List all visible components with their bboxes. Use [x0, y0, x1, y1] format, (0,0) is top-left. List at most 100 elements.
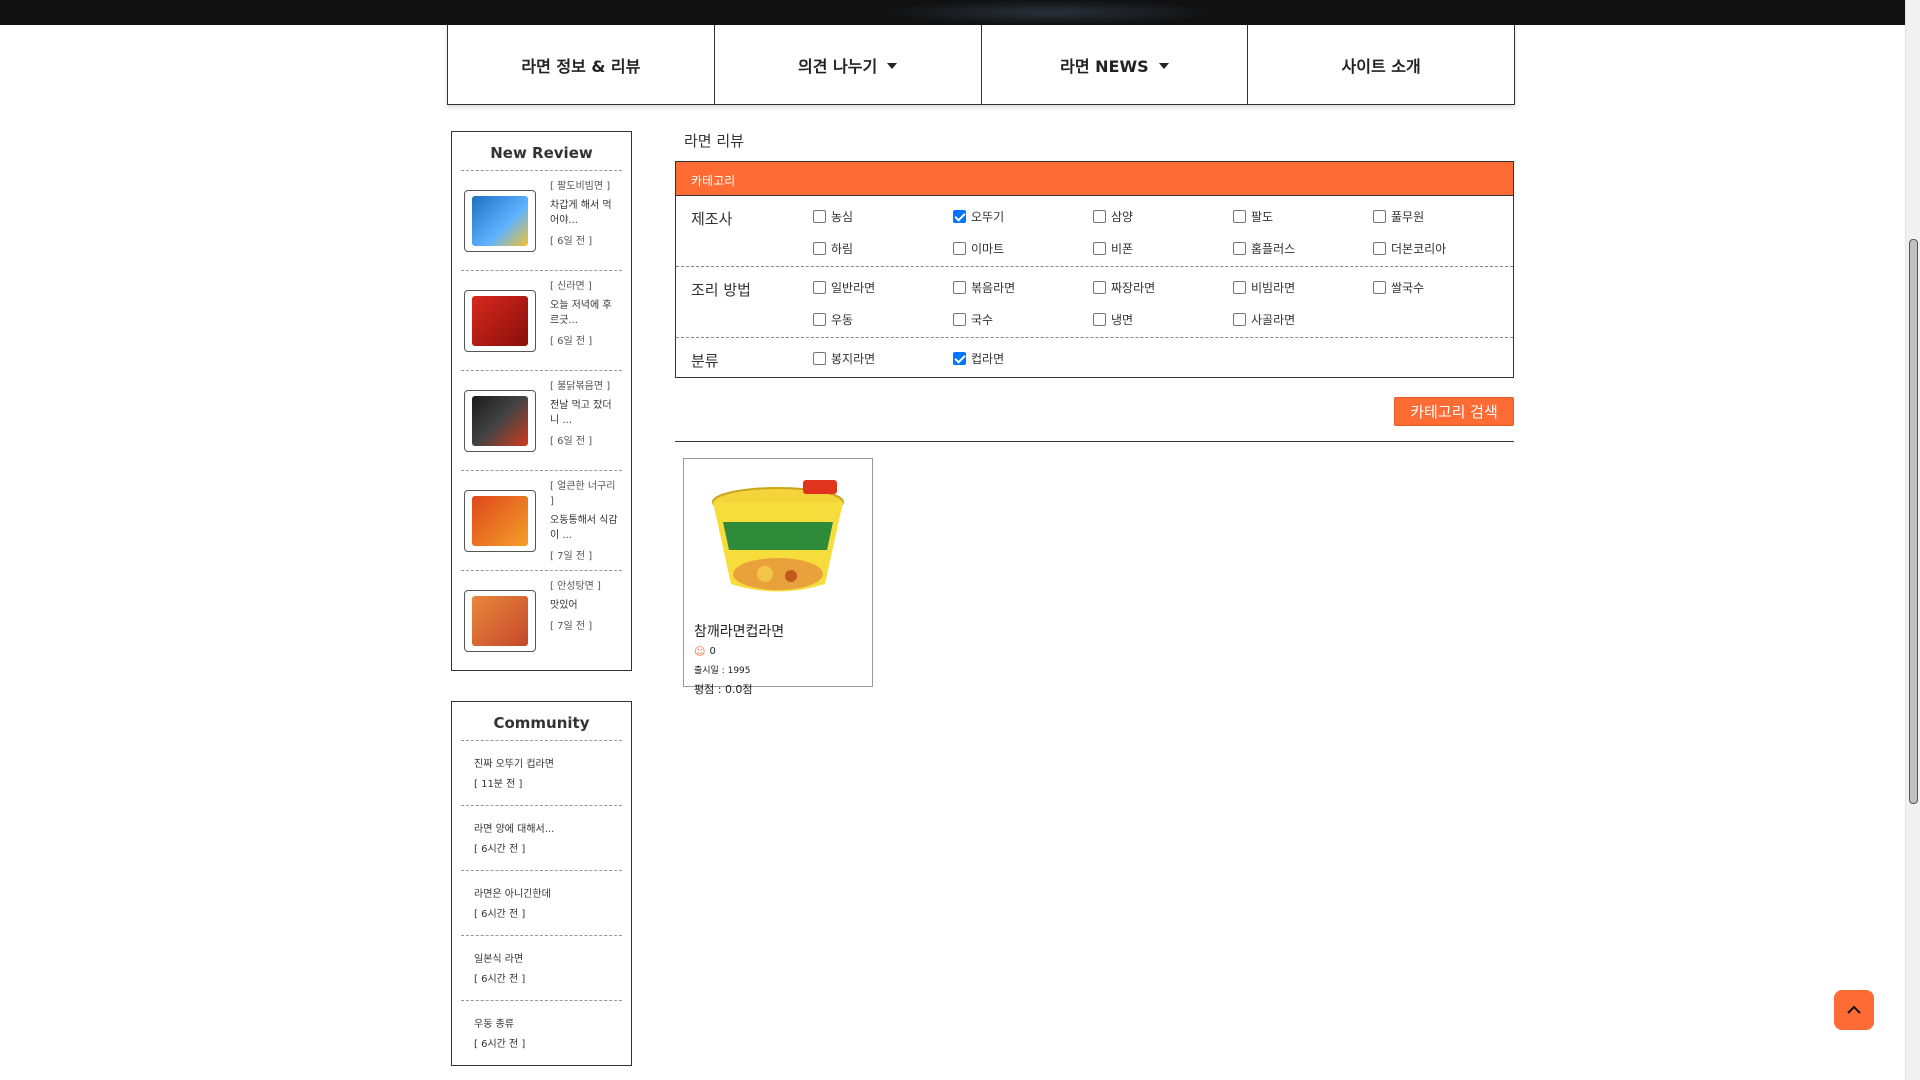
nav-label: 라면 정보 & 리뷰: [521, 56, 641, 76]
filter-option[interactable]: 봉지라면: [813, 346, 953, 370]
review-text: 차갑게 해서 먹어야...: [550, 200, 612, 226]
checkbox[interactable]: [1093, 241, 1106, 255]
community-post-time: [ 6시간 전 ]: [474, 844, 526, 855]
filter-option[interactable]: 쌀국수: [1373, 275, 1513, 299]
filter-option[interactable]: 우동: [813, 307, 953, 331]
option-label: 냉면: [1111, 312, 1134, 327]
checkbox[interactable]: [1233, 209, 1246, 223]
filter-option[interactable]: 팔도: [1233, 204, 1373, 228]
checkbox[interactable]: [953, 209, 966, 223]
scrollbar-thumb[interactable]: [1909, 239, 1918, 804]
checkbox[interactable]: [1373, 241, 1386, 255]
community-panel: Community 진짜 오뚜기 컵라면 [ 11분 전 ] 라면 양에 대해서.…: [451, 701, 632, 1066]
checkbox[interactable]: [1093, 312, 1106, 326]
filter-option[interactable]: 냉면: [1093, 307, 1233, 331]
nav-item-about[interactable]: 사이트 소개: [1248, 25, 1514, 104]
page-scrollbar[interactable]: [1905, 0, 1920, 1080]
option-label: 사골라면: [1251, 312, 1296, 327]
filter-option[interactable]: 삼양: [1093, 204, 1233, 228]
checkbox[interactable]: [813, 209, 826, 223]
filter-label: 조리 방법: [691, 281, 751, 299]
review-item[interactable]: [ 얼큰한 너구리 ] 오동통해서 식감이 ... [ 7일 전 ]: [461, 471, 622, 571]
community-post-time: [ 6시간 전 ]: [474, 909, 526, 920]
checkbox[interactable]: [1373, 209, 1386, 223]
community-post-title: 라면은 아니긴한데: [474, 889, 551, 900]
community-post-time: [ 6시간 전 ]: [474, 1039, 526, 1050]
nav-label: 의견 나누기: [798, 56, 878, 76]
ramen-thumbnail: [464, 290, 536, 352]
review-item[interactable]: [ 신라면 ] 오늘 저녁에 후르긋... [ 6일 전 ]: [461, 271, 622, 371]
product-card[interactable]: 참깨라면컵라면 ☺ 0 출시일 : 1995 평점 : 0.0점: [683, 458, 873, 696]
checkbox[interactable]: [1093, 280, 1106, 294]
review-item[interactable]: [ 불닭볶음면 ] 전날 먹고 잤더니 ... [ 6일 전 ]: [461, 371, 622, 471]
nav-item-opinions[interactable]: 의견 나누기: [715, 25, 982, 104]
community-list: 진짜 오뚜기 컵라면 [ 11분 전 ] 라면 양에 대해서... [ 6시간 전 …: [461, 740, 622, 1066]
option-label: 컵라면: [971, 351, 1005, 366]
option-label: 삼양: [1111, 209, 1134, 224]
filter-option[interactable]: 이마트: [953, 236, 1093, 260]
product-rating: 평점 : 0.0점: [694, 683, 753, 696]
filter-option[interactable]: 하림: [813, 236, 953, 260]
review-item[interactable]: [ 팔도비빔면 ] 차갑게 해서 먹어야... [ 6일 전 ]: [461, 171, 622, 271]
filter-option[interactable]: 농심: [813, 204, 953, 228]
community-item[interactable]: 라면은 아니긴한데 [ 6시간 전 ]: [461, 871, 622, 936]
filter-option[interactable]: 홈플러스: [1233, 236, 1373, 260]
filter-option[interactable]: 볶음라면: [953, 275, 1093, 299]
community-post-time: [ 6시간 전 ]: [474, 974, 526, 985]
filter-option[interactable]: 국수: [953, 307, 1093, 331]
ramen-thumbnail: [464, 490, 536, 552]
filter-options: 농심 오뚜기 삼양 팔도 풀무원하림 이마트 비폰 홈플러스 더본코리아: [813, 204, 1513, 260]
new-review-title: New Review: [490, 144, 593, 162]
checkbox[interactable]: [953, 351, 966, 365]
nav-label: 사이트 소개: [1341, 56, 1421, 76]
checkbox[interactable]: [813, 351, 826, 365]
checkbox[interactable]: [1233, 280, 1246, 294]
product-release: 출시일 : 1995: [694, 666, 751, 676]
review-text: 전날 먹고 잤더니 ...: [550, 400, 612, 426]
filter-option[interactable]: 일반라면: [813, 275, 953, 299]
review-time: [ 6일 전 ]: [550, 436, 593, 447]
option-label: 오뚜기: [971, 209, 1005, 224]
checkbox[interactable]: [953, 241, 966, 255]
ramen-thumbnail: [464, 590, 536, 652]
option-label: 더본코리아: [1391, 241, 1447, 256]
option-label: 하림: [831, 241, 854, 256]
checkbox[interactable]: [1233, 241, 1246, 255]
review-time: [ 7일 전 ]: [550, 551, 593, 562]
filter-row-manufacturer: 제조사 농심 오뚜기 삼양 팔도 풀무원 하림 이마트 비폰 홈플러스 더본코리아: [676, 196, 1513, 267]
checkbox[interactable]: [953, 312, 966, 326]
community-post-title: 일본식 라면: [474, 954, 524, 965]
category-search-button[interactable]: 카테고리 검색: [1394, 397, 1514, 426]
community-item[interactable]: 일본식 라면 [ 6시간 전 ]: [461, 936, 622, 1001]
filter-option[interactable]: 짜장라면: [1093, 275, 1233, 299]
filter-option[interactable]: 사골라면: [1233, 307, 1373, 331]
checkbox[interactable]: [953, 280, 966, 294]
filter-option[interactable]: 비폰: [1093, 236, 1233, 260]
review-category: [ 얼큰한 너구리 ]: [550, 481, 616, 507]
filter-option[interactable]: 오뚜기: [953, 204, 1093, 228]
filter-option[interactable]: 비빔라면: [1233, 275, 1373, 299]
option-label: 비빔라면: [1251, 280, 1296, 295]
checkbox[interactable]: [1233, 312, 1246, 326]
community-post-time: [ 11분 전 ]: [474, 779, 523, 790]
checkbox[interactable]: [813, 280, 826, 294]
filter-option[interactable]: 더본코리아: [1373, 236, 1513, 260]
checkbox[interactable]: [813, 241, 826, 255]
community-item[interactable]: 우동 종류 [ 6시간 전 ]: [461, 1001, 622, 1066]
review-item[interactable]: [ 안성탕면 ] 맛있어 [ 7일 전 ]: [461, 571, 622, 671]
filter-option[interactable]: 컵라면: [953, 346, 1093, 370]
community-post-title: 라면 양에 대해서...: [474, 824, 555, 835]
filter-option[interactable]: 풀무원: [1373, 204, 1513, 228]
checkbox[interactable]: [813, 312, 826, 326]
review-time: [ 6일 전 ]: [550, 236, 593, 247]
checkbox[interactable]: [1373, 280, 1386, 294]
scroll-to-top-button[interactable]: [1834, 990, 1874, 1030]
checkbox[interactable]: [1093, 209, 1106, 223]
category-filter: 카테고리 제조사 농심 오뚜기 삼양 팔도 풀무원 하림 이마트 비폰 홈플러스 더본코리아 조리…: [675, 161, 1514, 378]
caret-down-icon: [887, 62, 898, 69]
nav-item-ramen-info[interactable]: 라면 정보 & 리뷰: [448, 25, 715, 104]
nav-item-news[interactable]: 라면 NEWS: [982, 25, 1249, 104]
review-category: [ 팔도비빔면 ]: [550, 181, 611, 192]
community-item[interactable]: 라면 양에 대해서... [ 6시간 전 ]: [461, 806, 622, 871]
community-item[interactable]: 진짜 오뚜기 컵라면 [ 11분 전 ]: [461, 741, 622, 806]
